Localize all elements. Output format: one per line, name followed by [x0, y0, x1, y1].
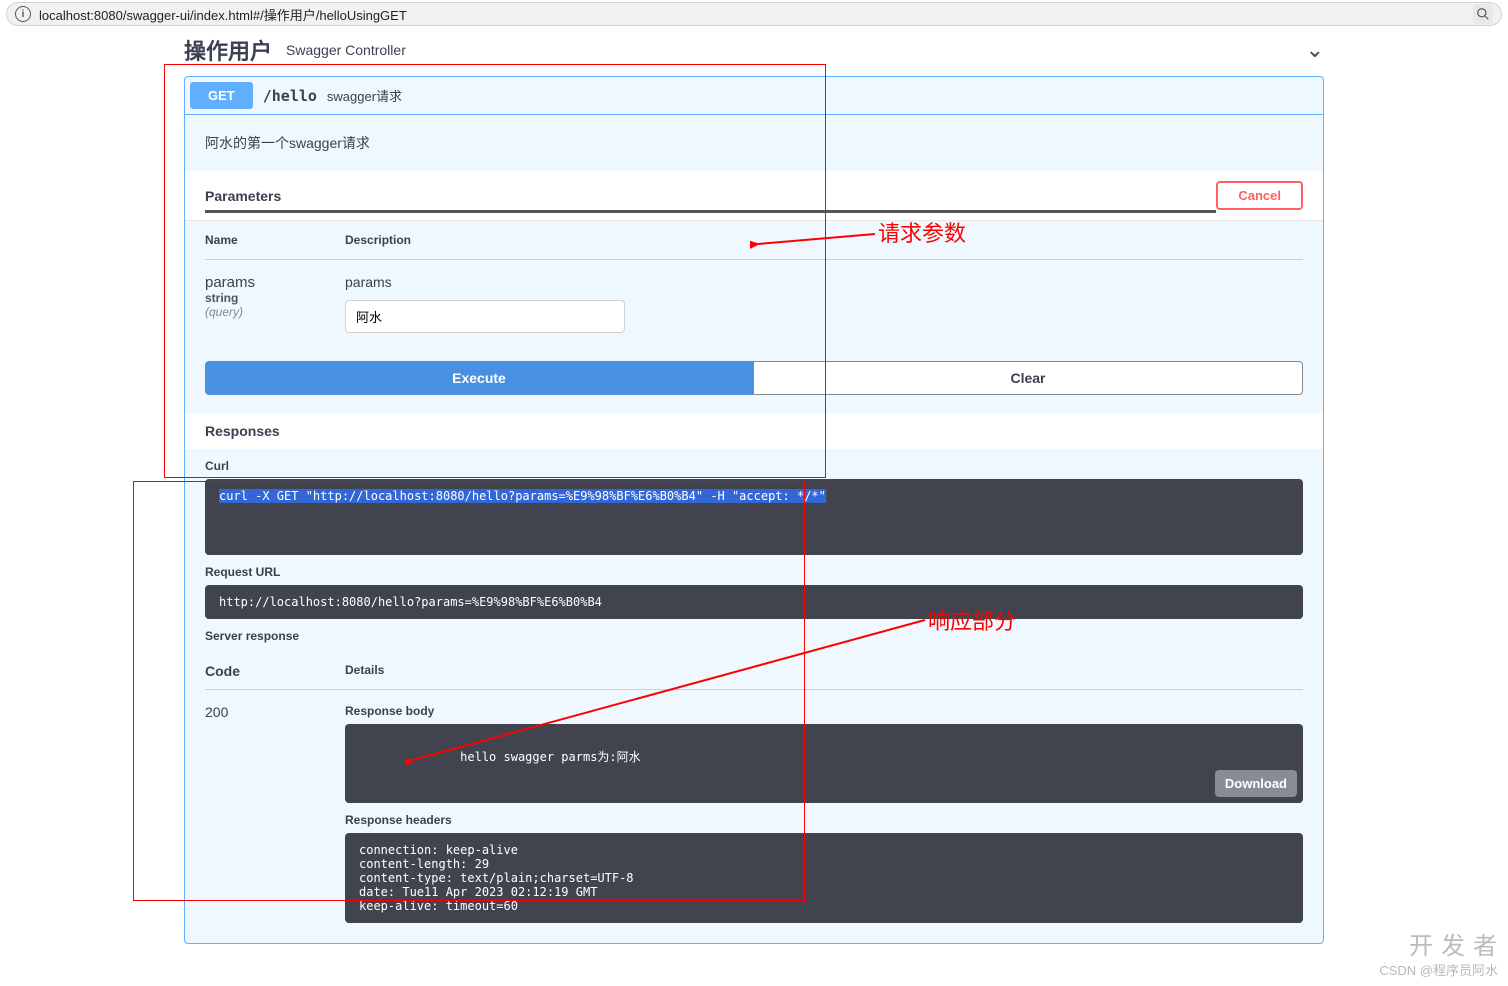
info-icon: i	[15, 6, 31, 22]
responses-heading: Responses	[205, 423, 1303, 439]
request-url-output[interactable]: http://localhost:8080/hello?params=%E9%9…	[205, 585, 1303, 619]
cancel-button[interactable]: Cancel	[1216, 181, 1303, 210]
request-url-label: Request URL	[205, 565, 1303, 579]
param-in: (query)	[205, 305, 345, 319]
operation-block: GET /hello swagger请求 阿水的第一个swagger请求 Par…	[184, 76, 1324, 944]
parameters-header: Parameters Cancel	[185, 171, 1323, 221]
zoom-icon[interactable]	[1473, 4, 1493, 24]
clear-button[interactable]: Clear	[753, 361, 1303, 395]
response-body-output[interactable]: hello swagger parms为:阿水 Download	[345, 724, 1303, 803]
server-response-label: Server response	[205, 629, 1303, 643]
watermark: 开 发 者 CSDN @程序员阿水	[1379, 932, 1498, 980]
tag-name: 操作用户	[184, 34, 272, 66]
column-description-header: Description	[345, 233, 1303, 247]
curl-output[interactable]: curl -X GET "http://localhost:8080/hello…	[205, 479, 1303, 555]
status-code: 200	[205, 704, 345, 923]
column-details-header: Details	[345, 663, 1303, 679]
response-headers-label: Response headers	[345, 813, 1303, 827]
column-name-header: Name	[205, 233, 345, 247]
column-code-header: Code	[205, 663, 345, 679]
execute-button[interactable]: Execute	[205, 361, 753, 395]
chevron-down-icon[interactable]: ⌄	[1306, 37, 1324, 63]
endpoint-summary: swagger请求	[327, 86, 402, 105]
tag-description: Swagger Controller	[286, 42, 406, 58]
url-text: localhost:8080/swagger-ui/index.html#/操作…	[39, 5, 1473, 24]
param-name: params	[205, 274, 345, 291]
operation-summary[interactable]: GET /hello swagger请求	[185, 77, 1323, 114]
curl-label: Curl	[205, 459, 1303, 473]
response-body-label: Response body	[345, 704, 1303, 718]
operation-description: 阿水的第一个swagger请求	[185, 115, 1323, 171]
param-description: params	[345, 274, 1303, 290]
param-input[interactable]	[345, 300, 625, 333]
response-row: 200 Response body hello swagger parms为:阿…	[205, 690, 1303, 923]
parameter-row: params string (query) params	[205, 260, 1303, 347]
responses-header: Responses	[185, 413, 1323, 449]
param-type: string	[205, 291, 345, 305]
response-headers-output[interactable]: connection: keep-alive content-length: 2…	[345, 833, 1303, 923]
browser-url-bar: i localhost:8080/swagger-ui/index.html#/…	[6, 2, 1502, 26]
download-button[interactable]: Download	[1215, 770, 1297, 797]
http-method-badge: GET	[190, 82, 253, 109]
endpoint-path: /hello	[263, 87, 317, 105]
tag-header[interactable]: 操作用户 Swagger Controller ⌄	[184, 28, 1324, 76]
parameters-heading: Parameters	[205, 188, 1216, 213]
